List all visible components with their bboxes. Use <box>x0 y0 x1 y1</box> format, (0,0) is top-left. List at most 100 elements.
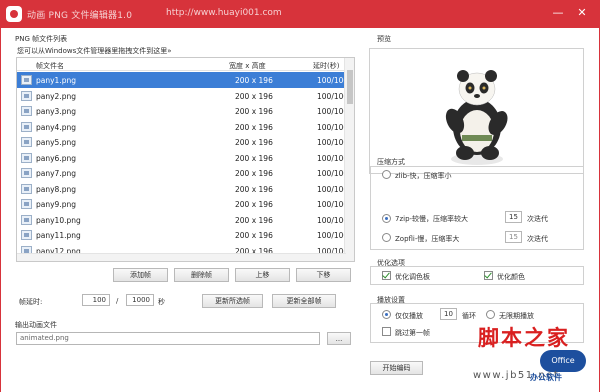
frame-size: 200 x 196 <box>235 184 273 194</box>
list-header: 帧文件名 宽度 x 高度 延时(秒) <box>17 58 346 71</box>
table-row[interactable]: pany5.png 200 x 196 100/1000 <box>17 134 353 150</box>
zopfli-label: Zopfli-慢，压缩率大 <box>395 235 460 243</box>
frame-size: 200 x 196 <box>235 200 273 209</box>
play-only-label: 仅仅播放 <box>395 312 423 320</box>
column-delay[interactable]: 延时(秒) <box>313 61 339 71</box>
table-row[interactable]: pany3.png 200 x 196 100/1000 <box>17 103 353 119</box>
title-bar: 动画 PNG 文件编辑器1.0 http://www.huayi001.com … <box>0 0 600 28</box>
delay-numerator-input[interactable]: 100 <box>82 294 110 306</box>
add-frame-button[interactable]: 添加帧 <box>113 268 168 282</box>
frames-list[interactable]: 帧文件名 宽度 x 高度 延时(秒) pany1.png 200 x 196 100… <box>16 57 355 262</box>
optimize-colors-checkbox[interactable] <box>484 271 493 280</box>
frame-filename: pany9.png <box>36 200 76 209</box>
frame-filename: pany4.png <box>36 122 76 132</box>
window-title: 动画 PNG 文件编辑器1.0 <box>27 11 133 21</box>
delay-unit: 秒 <box>158 298 165 306</box>
radio-play-only[interactable] <box>382 310 391 319</box>
zopfli-iterations-unit: 次迭代 <box>527 235 548 243</box>
table-row[interactable]: pany8.png 200 x 196 100/1000 <box>17 181 353 197</box>
move-down-button[interactable]: 下移 <box>296 268 351 282</box>
infinite-label: 无限期播放 <box>499 312 534 320</box>
delay-denominator-input[interactable]: 1000 <box>126 294 154 306</box>
column-filename[interactable]: 帧文件名 <box>36 61 64 71</box>
table-row[interactable]: pany10.png 200 x 196 100/1000 <box>17 212 353 228</box>
browse-button[interactable]: ... <box>327 332 351 345</box>
loop-count-input[interactable]: 10 <box>440 308 457 320</box>
radio-zlib[interactable] <box>382 170 391 179</box>
radio-zopfli[interactable] <box>382 233 391 242</box>
table-row[interactable]: pany9.png 200 x 196 100/1000 <box>17 196 353 212</box>
7zip-label: 7zip-较慢，压缩率较大 <box>395 215 469 223</box>
zlib-label: zlib-快，压缩率小 <box>395 172 452 180</box>
png-file-icon <box>21 121 32 132</box>
column-size[interactable]: 宽度 x 高度 <box>229 61 266 71</box>
frame-filename: pany2.png <box>36 91 76 101</box>
frame-rows: pany1.png 200 x 196 100/1000 pany2.png 200 x… <box>17 72 353 258</box>
frame-size: 200 x 196 <box>235 76 273 85</box>
start-encoding-button[interactable]: 开始编码 <box>370 361 423 375</box>
png-file-icon <box>21 230 32 240</box>
delay-separator: / <box>116 297 119 305</box>
frame-size: 200 x 196 <box>235 122 273 132</box>
loop-unit: 循环 <box>462 312 476 320</box>
7zip-iterations-unit: 次迭代 <box>527 215 548 223</box>
frames-group-title: PNG 帧文件列表 <box>15 35 68 43</box>
move-up-button[interactable]: 上移 <box>235 268 290 282</box>
watermark-text: 脚本之家 <box>478 325 570 350</box>
frame-size: 200 x 196 <box>235 231 273 240</box>
table-row[interactable]: pany7.png 200 x 196 100/1000 <box>17 165 353 181</box>
frame-filename: pany3.png <box>36 107 76 116</box>
png-file-icon <box>21 75 32 85</box>
png-file-icon <box>21 168 32 178</box>
optimize-palette-checkbox[interactable] <box>382 271 391 280</box>
optimize-colors-label: 优化颜色 <box>497 273 525 281</box>
table-row[interactable]: pany4.png 200 x 196 100/1000 <box>17 119 353 135</box>
minimize-button[interactable]: — <box>548 4 568 22</box>
png-file-icon <box>21 183 32 194</box>
update-all-button[interactable]: 更新全部帧 <box>272 294 336 308</box>
delay-label: 帧延时: <box>19 298 43 306</box>
frame-size: 200 x 196 <box>235 169 273 178</box>
png-file-icon <box>21 214 32 225</box>
scroll-thumb[interactable] <box>347 70 353 104</box>
close-button[interactable]: ✕ <box>572 4 592 22</box>
delete-frame-button[interactable]: 删除帧 <box>174 268 229 282</box>
preview-label: 预览 <box>377 35 391 43</box>
table-row[interactable]: pany1.png 200 x 196 100/1000 <box>17 72 353 88</box>
preview-area <box>369 48 584 174</box>
frame-filename: pany7.png <box>36 169 76 178</box>
radio-infinite[interactable] <box>486 310 495 319</box>
optimize-palette-label: 优化调色板 <box>395 273 430 281</box>
watermark-sub: 办公软件 <box>530 373 562 382</box>
7zip-iterations-input[interactable]: 15 <box>505 211 522 223</box>
table-row[interactable]: pany11.png 200 x 196 100/1000 <box>17 227 353 243</box>
frame-filename: pany5.png <box>36 138 76 147</box>
output-filename-input[interactable]: animated.png <box>16 332 320 345</box>
png-file-icon <box>21 199 32 209</box>
skip-first-label: 跳过第一帧 <box>395 329 430 337</box>
frame-size: 200 x 196 <box>235 153 273 163</box>
png-file-icon <box>21 152 32 163</box>
frame-filename: pany1.png <box>36 76 76 85</box>
output-label: 输出动画文件 <box>15 321 57 329</box>
zopfli-iterations-input[interactable]: 15 <box>505 231 522 243</box>
frame-filename: pany10.png <box>36 215 81 225</box>
update-selected-button[interactable]: 更新所选帧 <box>202 294 263 308</box>
table-row[interactable]: pany2.png 200 x 196 100/1000 <box>17 88 353 104</box>
frame-filename: pany6.png <box>36 153 76 163</box>
window-url: http://www.huayi001.com <box>166 8 282 18</box>
watermark-logo: Office <box>540 350 586 372</box>
skip-first-checkbox[interactable] <box>382 327 391 336</box>
radio-7zip[interactable] <box>382 214 391 223</box>
horizontal-scrollbar[interactable] <box>17 253 346 261</box>
frame-filename: pany8.png <box>36 184 76 194</box>
png-file-icon <box>21 90 32 101</box>
table-row[interactable]: pany6.png 200 x 196 100/1000 <box>17 150 353 166</box>
frame-filename: pany11.png <box>36 231 81 240</box>
drag-hint: 您可以从Windows文件管理器里拖拽文件到这里» <box>17 47 172 55</box>
png-file-icon <box>21 137 32 147</box>
vertical-scrollbar[interactable] <box>344 58 354 261</box>
frame-size: 200 x 196 <box>235 107 273 116</box>
frame-size: 200 x 196 <box>235 138 273 147</box>
png-file-icon <box>21 106 32 116</box>
